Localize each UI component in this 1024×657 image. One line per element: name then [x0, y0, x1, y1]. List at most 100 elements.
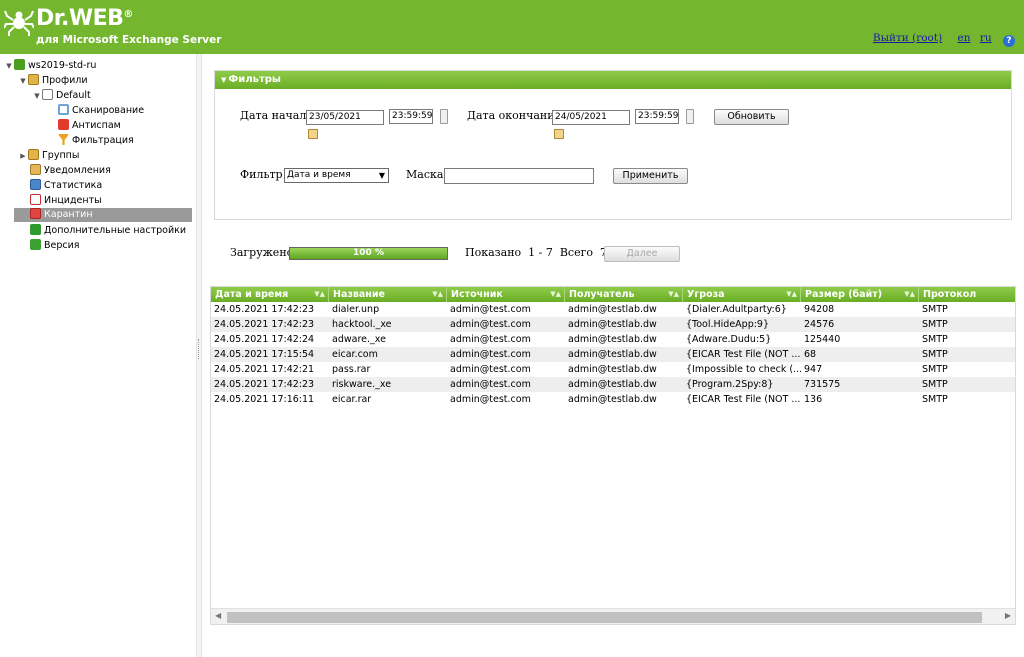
tree-item-scanning[interactable]: Сканирование: [58, 104, 144, 118]
folder-icon: [28, 149, 39, 160]
lang-ru-link[interactable]: ru: [980, 32, 992, 44]
splitter-grip-icon: [198, 339, 200, 359]
tree-item-label: Статистика: [44, 180, 103, 191]
brand-name: Dr.WEB®: [36, 6, 133, 31]
tree-item-notifications[interactable]: Уведомления: [30, 164, 111, 178]
table-cell: 24.05.2021 17:42:23: [214, 304, 315, 315]
table-cell: admin@testlab.dw: [568, 379, 657, 390]
sort-icon[interactable]: ▼▲: [668, 287, 679, 302]
tree-item-label: Инциденты: [44, 195, 102, 206]
expand-toggle-icon[interactable]: ▼: [18, 74, 28, 88]
expand-toggle-icon[interactable]: ▼: [4, 59, 14, 73]
expand-toggle-icon[interactable]: ▶: [18, 149, 28, 163]
table-cell: {Tool.HideApp:9}: [686, 319, 770, 330]
start-time-input[interactable]: 23:59:59: [389, 109, 433, 124]
column-header-label: Дата и время: [215, 289, 289, 300]
table-cell: eicar.rar: [332, 394, 372, 405]
table-cell: {EICAR Test File (NOT ...: [686, 349, 801, 360]
end-time-input[interactable]: 23:59:59: [635, 109, 679, 124]
table-cell: SMTP: [922, 349, 948, 360]
table-cell: admin@testlab.dw: [568, 394, 657, 405]
table-cell: SMTP: [922, 319, 948, 330]
table-cell: pass.rar: [332, 364, 371, 375]
tree-item-statistics[interactable]: Статистика: [30, 179, 102, 193]
folder-icon: [28, 74, 39, 85]
table-row[interactable]: 24.05.2021 17:42:23 hacktool._xe admin@tes…: [211, 317, 1015, 332]
sort-icon[interactable]: ▼▲: [314, 287, 325, 302]
column-header[interactable]: Дата и время ▼▲: [211, 287, 329, 302]
end-time-spinner[interactable]: [686, 109, 694, 124]
table-row[interactable]: 24.05.2021 17:15:54 eicar.com admin@test.c…: [211, 347, 1015, 362]
scroll-right-icon[interactable]: ▶: [1005, 611, 1011, 620]
notification-icon: [30, 164, 41, 175]
tree-item-filtering[interactable]: Фильтрация: [58, 134, 134, 148]
tree-item-antispam[interactable]: Антиспам: [58, 119, 121, 133]
horizontal-scrollbar[interactable]: ◀ ▶: [211, 608, 1015, 624]
funnel-icon: [58, 134, 69, 145]
table-cell: hacktool._xe: [332, 319, 392, 330]
end-calendar-icon[interactable]: [554, 129, 564, 139]
sort-icon[interactable]: ▼▲: [786, 287, 797, 302]
sort-icon[interactable]: ▼▲: [432, 287, 443, 302]
scroll-left-icon[interactable]: ◀: [215, 611, 221, 620]
column-header[interactable]: Получатель ▼▲: [565, 287, 683, 302]
column-header[interactable]: Название ▼▲: [329, 287, 447, 302]
filter-select[interactable]: Дата и время ▼: [284, 168, 389, 183]
expand-toggle-icon[interactable]: ▼: [32, 89, 42, 103]
table-cell: 68: [804, 349, 817, 360]
table-cell: 731575: [804, 379, 841, 390]
refresh-button[interactable]: Обновить: [714, 109, 789, 125]
end-date-input[interactable]: 24/05/2021: [552, 110, 630, 125]
main-content: ▼ Фильтры Дата начала 23/05/2021 23:59:59…: [202, 54, 1024, 657]
shown-count: Показано 1 - 7 Всего 7: [465, 246, 607, 259]
antispam-icon: [58, 119, 69, 130]
start-date-input[interactable]: 23/05/2021: [306, 110, 384, 125]
start-calendar-icon[interactable]: [308, 129, 318, 139]
filters-panel-header[interactable]: ▼ Фильтры: [215, 71, 1011, 89]
table-row[interactable]: 24.05.2021 17:42:24 adware._xe admin@test.…: [211, 332, 1015, 347]
table-cell: SMTP: [922, 379, 948, 390]
tree-item-label: Фильтрация: [72, 135, 134, 146]
sort-icon[interactable]: ▼▲: [550, 287, 561, 302]
column-header[interactable]: Протокол: [919, 287, 1015, 302]
tree-item-default[interactable]: ▼ Default: [32, 89, 91, 103]
tree-item-incidents[interactable]: Инциденты: [30, 194, 102, 208]
table-cell: 24.05.2021 17:42:23: [214, 319, 315, 330]
column-header-label: Источник: [451, 289, 503, 300]
tree-item-advanced-settings[interactable]: Дополнительные настройки: [30, 224, 186, 238]
table-cell: admin@test.com: [450, 319, 531, 330]
tree-item-version[interactable]: Версия: [30, 239, 80, 253]
table-cell: 24.05.2021 17:42:23: [214, 379, 315, 390]
sort-icon[interactable]: ▼▲: [904, 287, 915, 302]
drweb-logo: Dr.WEB® для Microsoft Exchange Server: [4, 5, 221, 49]
column-header[interactable]: Источник ▼▲: [447, 287, 565, 302]
table-cell: admin@test.com: [450, 364, 531, 375]
table-cell: {Dialer.Adultparty:6}: [686, 304, 787, 315]
tree-item-server[interactable]: ▼ ws2019-std-ru: [4, 59, 96, 73]
start-time-spinner[interactable]: [440, 109, 448, 124]
column-header[interactable]: Угроза ▼▲: [683, 287, 801, 302]
help-icon[interactable]: ?: [1003, 35, 1015, 47]
mask-input[interactable]: [444, 168, 594, 184]
tree-item-profiles[interactable]: ▼ Профили: [18, 74, 88, 88]
tree-item-label: Дополнительные настройки: [44, 225, 187, 236]
table-row[interactable]: 24.05.2021 17:16:11 eicar.rar admin@test.c…: [211, 392, 1015, 407]
lang-en-link[interactable]: en: [958, 32, 971, 44]
table-cell: 24576: [804, 319, 835, 330]
collapse-arrow-icon[interactable]: ▼: [221, 76, 226, 84]
tree-item-label: Карантин: [44, 209, 93, 220]
next-button[interactable]: Далее: [604, 246, 680, 262]
table-row[interactable]: 24.05.2021 17:42:23 riskware._xe admin@tes…: [211, 377, 1015, 392]
table-row[interactable]: 24.05.2021 17:42:21 pass.rar admin@test.co…: [211, 362, 1015, 377]
table-row[interactable]: 24.05.2021 17:42:23 dialer.unp admin@test.…: [211, 302, 1015, 317]
column-header[interactable]: Размер (байт) ▼▲: [801, 287, 919, 302]
tree-item-groups[interactable]: ▶ Группы: [18, 149, 79, 163]
table-cell: riskware._xe: [332, 379, 392, 390]
apply-button[interactable]: Применить: [613, 168, 688, 184]
filter-label: Фильтр: [240, 168, 283, 181]
tree-item-quarantine[interactable]: Карантин: [14, 208, 192, 222]
progress-bar: 100 %: [289, 247, 448, 260]
scrollbar-thumb[interactable]: [227, 612, 982, 623]
end-date-label: Дата окончания: [467, 109, 562, 122]
logout-link[interactable]: Выйти (root): [873, 32, 942, 44]
